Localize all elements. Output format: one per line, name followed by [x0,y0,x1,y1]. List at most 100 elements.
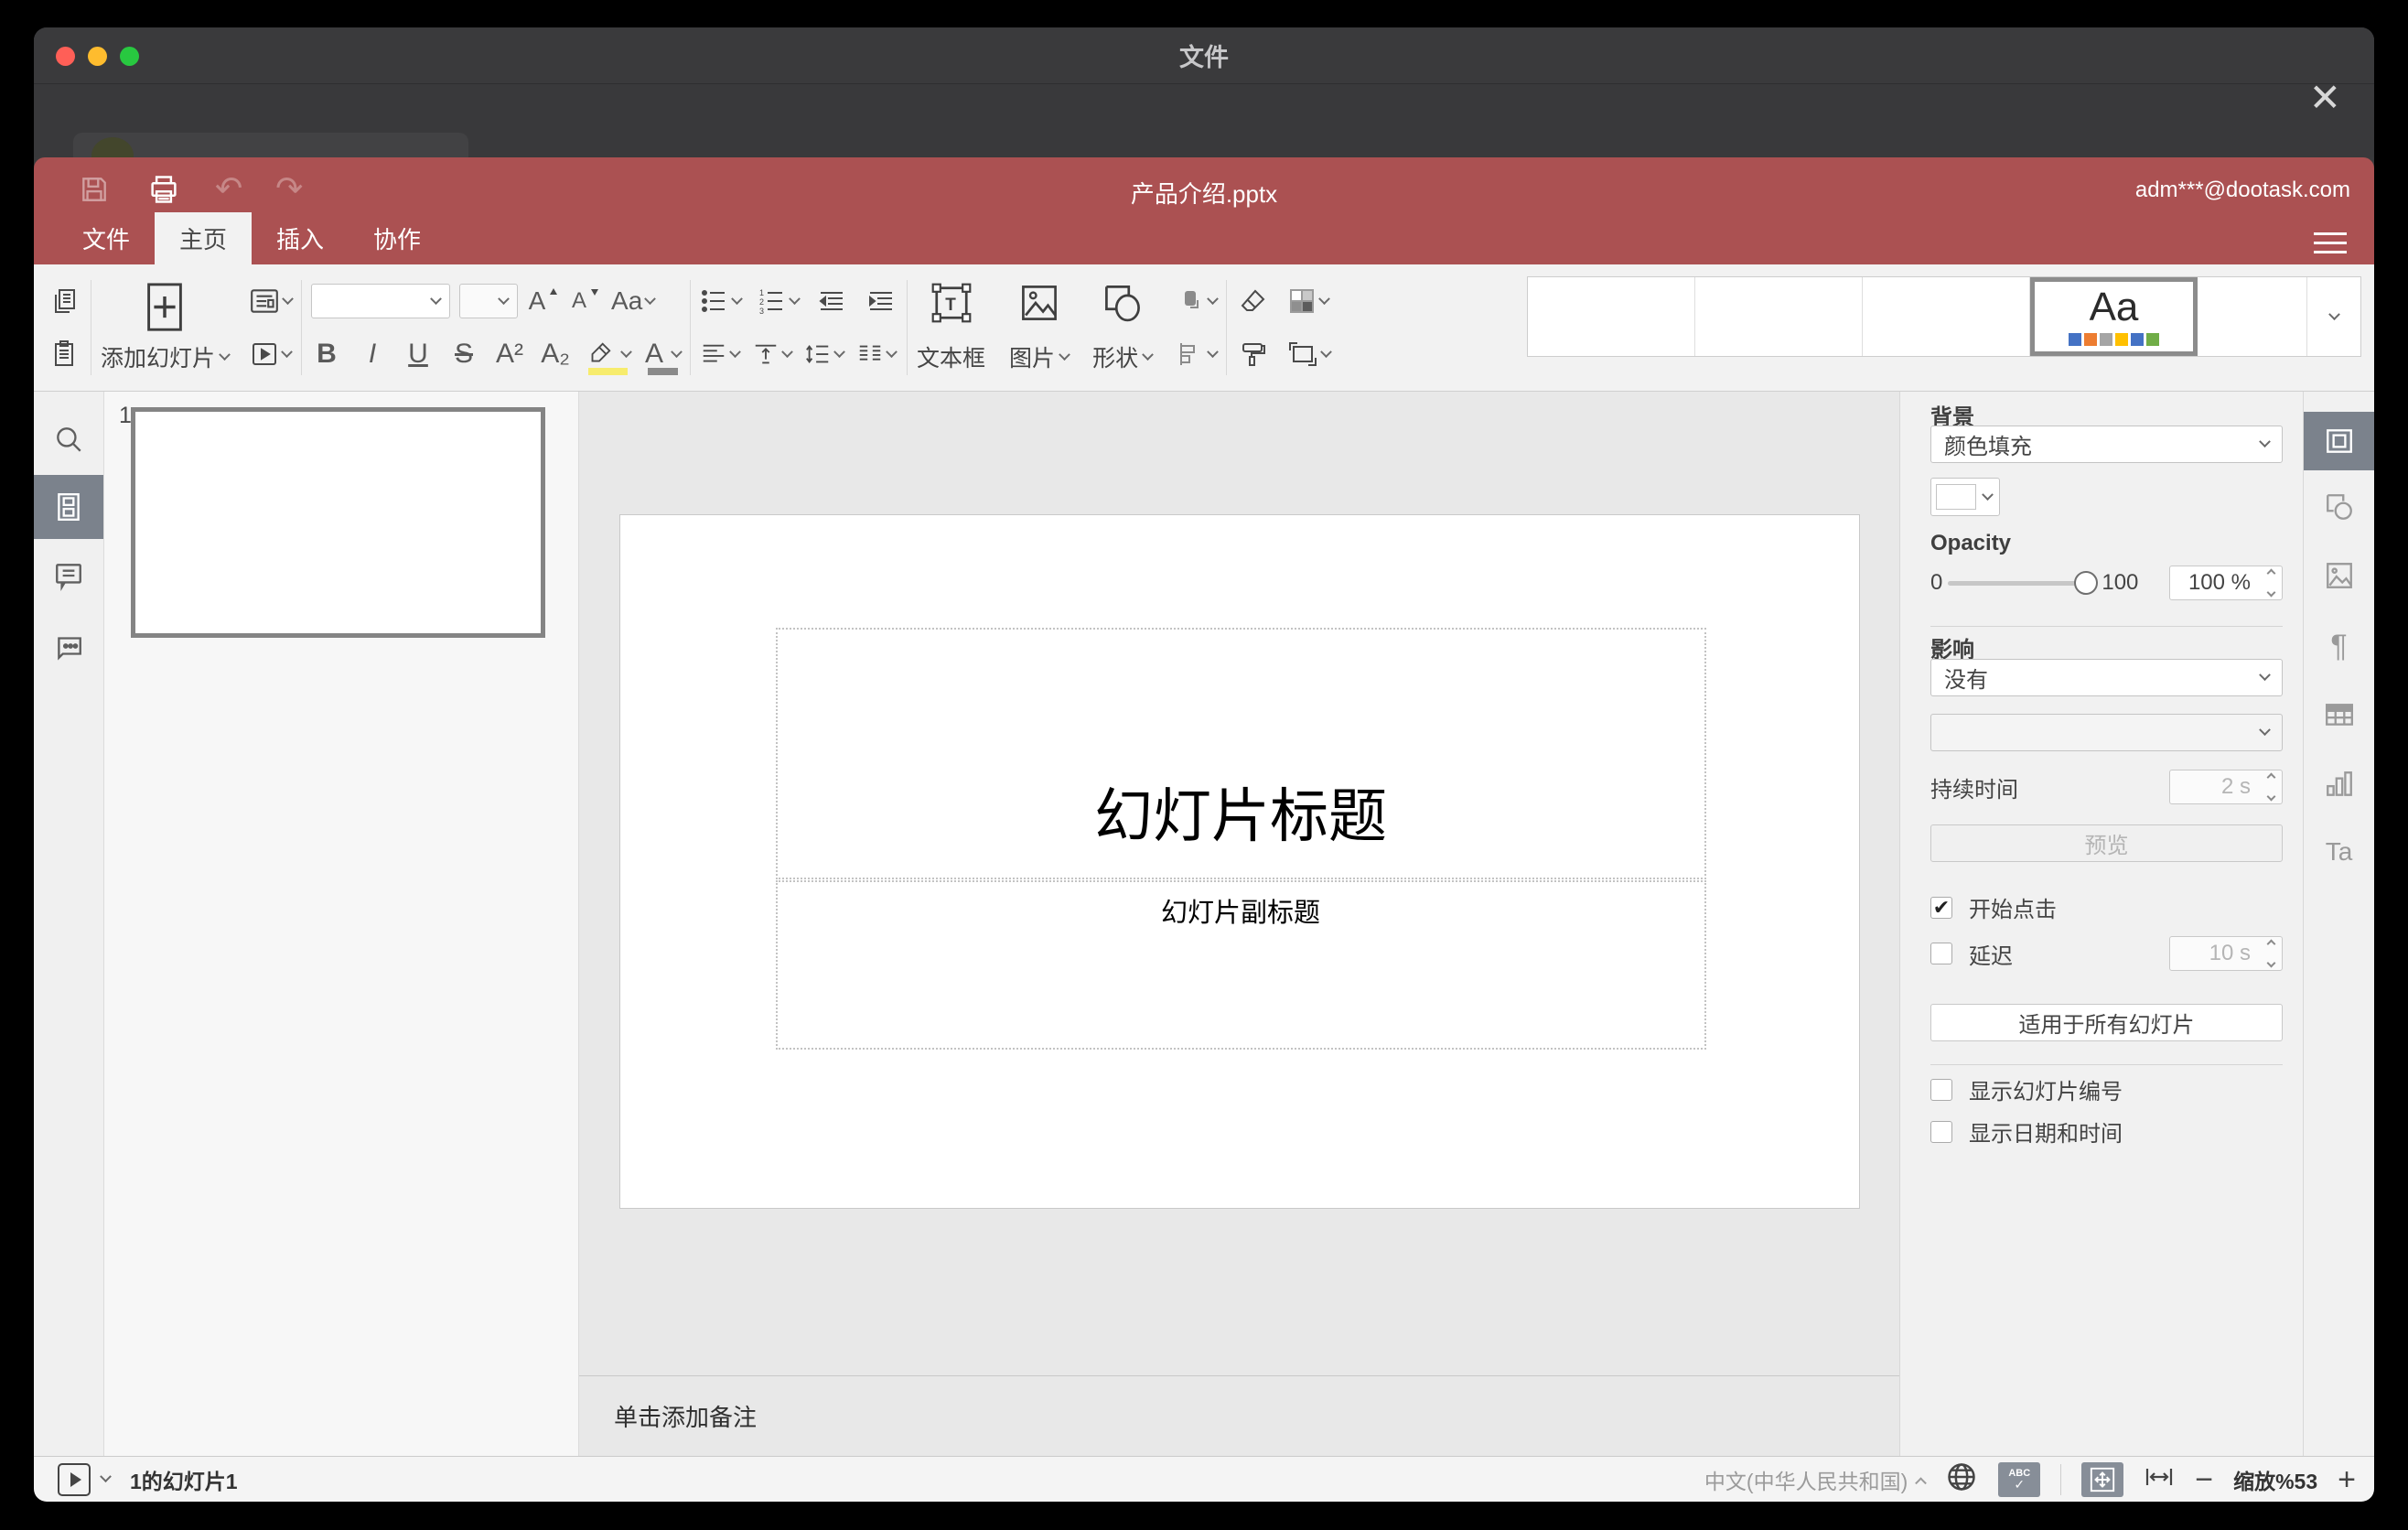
show-slide-number-checkbox[interactable] [1930,1078,1952,1101]
language-status[interactable]: 中文(中华人民共和国) [1704,1464,1928,1495]
chevron-down-icon [219,348,231,361]
slide[interactable]: 幻灯片标题 幻灯片副标题 [618,514,1860,1209]
background-color-swatch[interactable] [1930,478,2000,516]
slide-layout-button[interactable] [249,282,294,320]
opacity-slider-knob[interactable] [2074,571,2099,595]
delay-checkbox[interactable] [1930,943,1952,964]
spell-check-button[interactable]: ABC ✓ [1998,1461,2041,1497]
tab-insert[interactable]: 插入 [252,212,349,264]
close-window-button[interactable] [56,46,75,66]
opacity-label: Opacity [1930,531,2012,555]
slide-thumbnail[interactable] [131,407,545,638]
highlight-color-button[interactable] [586,335,632,375]
insert-image-button[interactable]: 图片 [1009,282,1070,373]
numbering-button[interactable]: 123 [758,282,801,320]
fit-to-width-button[interactable] [2144,1463,2175,1496]
chevron-down-icon [644,292,657,305]
fit-to-slide-button[interactable] [2081,1461,2124,1497]
font-name-combo[interactable] [311,284,451,318]
theme-option[interactable] [1863,277,2030,356]
start-slideshow-button[interactable] [249,335,293,373]
bold-button[interactable]: B [311,339,342,370]
subtitle-placeholder[interactable]: 幻灯片副标题 [775,880,1706,1050]
decrease-indent-button[interactable] [815,282,848,320]
slide-canvas[interactable]: 幻灯片标题 幻灯片副标题 [579,392,1899,1375]
background-fill-select[interactable]: 颜色填充 [1930,426,2283,463]
theme-gallery-expand-button[interactable] [2307,277,2360,356]
color-scheme-button[interactable] [1287,282,1330,320]
minimize-window-button[interactable] [88,46,107,66]
slides-panel-button[interactable] [34,475,103,539]
subscript-button[interactable]: A₂ [540,339,571,370]
preview-button[interactable]: 预览 [1930,824,2283,862]
theme-option[interactable] [1528,277,1695,356]
font-size-combo[interactable] [459,284,519,318]
change-case-button[interactable]: Aa [611,282,657,320]
tab-collaboration[interactable]: 协作 [349,212,446,264]
set-language-globe-icon[interactable] [1945,1460,1978,1499]
zoom-in-button[interactable]: + [2338,1464,2356,1495]
start-on-click-checkbox[interactable]: ✔ [1930,896,1952,919]
tab-file[interactable]: 文件 [58,212,155,264]
align-shape-button[interactable] [1176,335,1219,373]
paragraph-settings-button[interactable]: ¶ [2304,617,2374,675]
search-button[interactable] [34,407,103,471]
copy-style-button[interactable] [1236,335,1269,373]
copy-icon[interactable] [48,282,81,320]
text-art-settings-button[interactable]: Ta [2304,823,2374,881]
add-slide-button[interactable]: 添加幻灯片 [101,282,231,373]
chevron-down-icon [1207,345,1219,358]
theme-option[interactable] [1695,277,1863,356]
highlight-color-bar [588,368,629,375]
horizontal-align-button[interactable] [700,335,741,373]
italic-button[interactable]: I [357,339,388,370]
clear-style-button[interactable] [1236,282,1269,320]
theme-option[interactable] [2198,277,2307,356]
image-settings-button[interactable] [2304,546,2374,605]
chevron-down-icon [781,345,793,358]
zoom-out-button[interactable]: − [2195,1464,2213,1495]
shape-settings-button[interactable] [2304,478,2374,536]
delay-spinner[interactable]: 10 s [2169,936,2283,971]
menu-icon[interactable] [2314,232,2347,253]
close-editor-icon[interactable]: ✕ [2309,79,2341,117]
increase-indent-button[interactable] [865,282,898,320]
zoom-window-button[interactable] [120,46,139,66]
comments-panel-button[interactable] [34,544,103,608]
vertical-align-button[interactable] [752,335,793,373]
paste-icon[interactable] [48,335,81,373]
opacity-slider[interactable] [1948,571,2099,595]
strikethrough-button[interactable]: S [448,339,479,370]
opacity-spinner[interactable]: 100 % [2169,566,2283,600]
svg-text:T: T [945,296,956,315]
apply-to-all-slides-button[interactable]: 适用于所有幻灯片 [1930,1004,2283,1041]
effect-select[interactable]: 没有 [1930,659,2283,696]
duration-spinner[interactable]: 2 s [2169,770,2283,804]
table-settings-button[interactable] [2304,685,2374,744]
insert-shape-button[interactable]: 形状 [1092,282,1154,373]
status-bar: 1的幻灯片1 中文(中华人民共和国) ABC ✓ − 缩放%53 + [34,1456,2374,1502]
increase-font-button[interactable]: A [527,282,560,320]
line-spacing-button[interactable] [804,335,845,373]
show-date-time-checkbox[interactable] [1930,1120,1952,1143]
chart-settings-button[interactable] [2304,755,2374,813]
slide-size-button[interactable] [1287,335,1332,373]
slide-settings-button[interactable] [2304,412,2374,470]
notes-input[interactable]: 单击添加备注 [579,1375,1899,1456]
insert-textbox-button[interactable]: T 文本框 [917,282,985,373]
theme-option-selected[interactable]: Aa [2030,277,2198,356]
font-color-button[interactable]: A [645,335,683,375]
bullets-button[interactable] [700,282,743,320]
underline-button[interactable]: U [403,339,434,370]
tab-home[interactable]: 主页 [155,212,253,264]
traffic-lights [56,27,139,84]
columns-button[interactable] [856,335,898,373]
start-slideshow-status-button[interactable] [58,1462,91,1496]
title-placeholder[interactable]: 幻灯片标题 [775,628,1706,879]
decrease-font-button[interactable]: A [569,282,602,320]
superscript-button[interactable]: A² [494,339,525,370]
arrange-shape-button[interactable] [1176,282,1219,320]
editor-canvas: 幻灯片标题 幻灯片副标题 单击添加备注 [579,392,1899,1456]
chat-panel-button[interactable] [34,614,103,678]
effect-type-select[interactable] [1930,714,2283,751]
